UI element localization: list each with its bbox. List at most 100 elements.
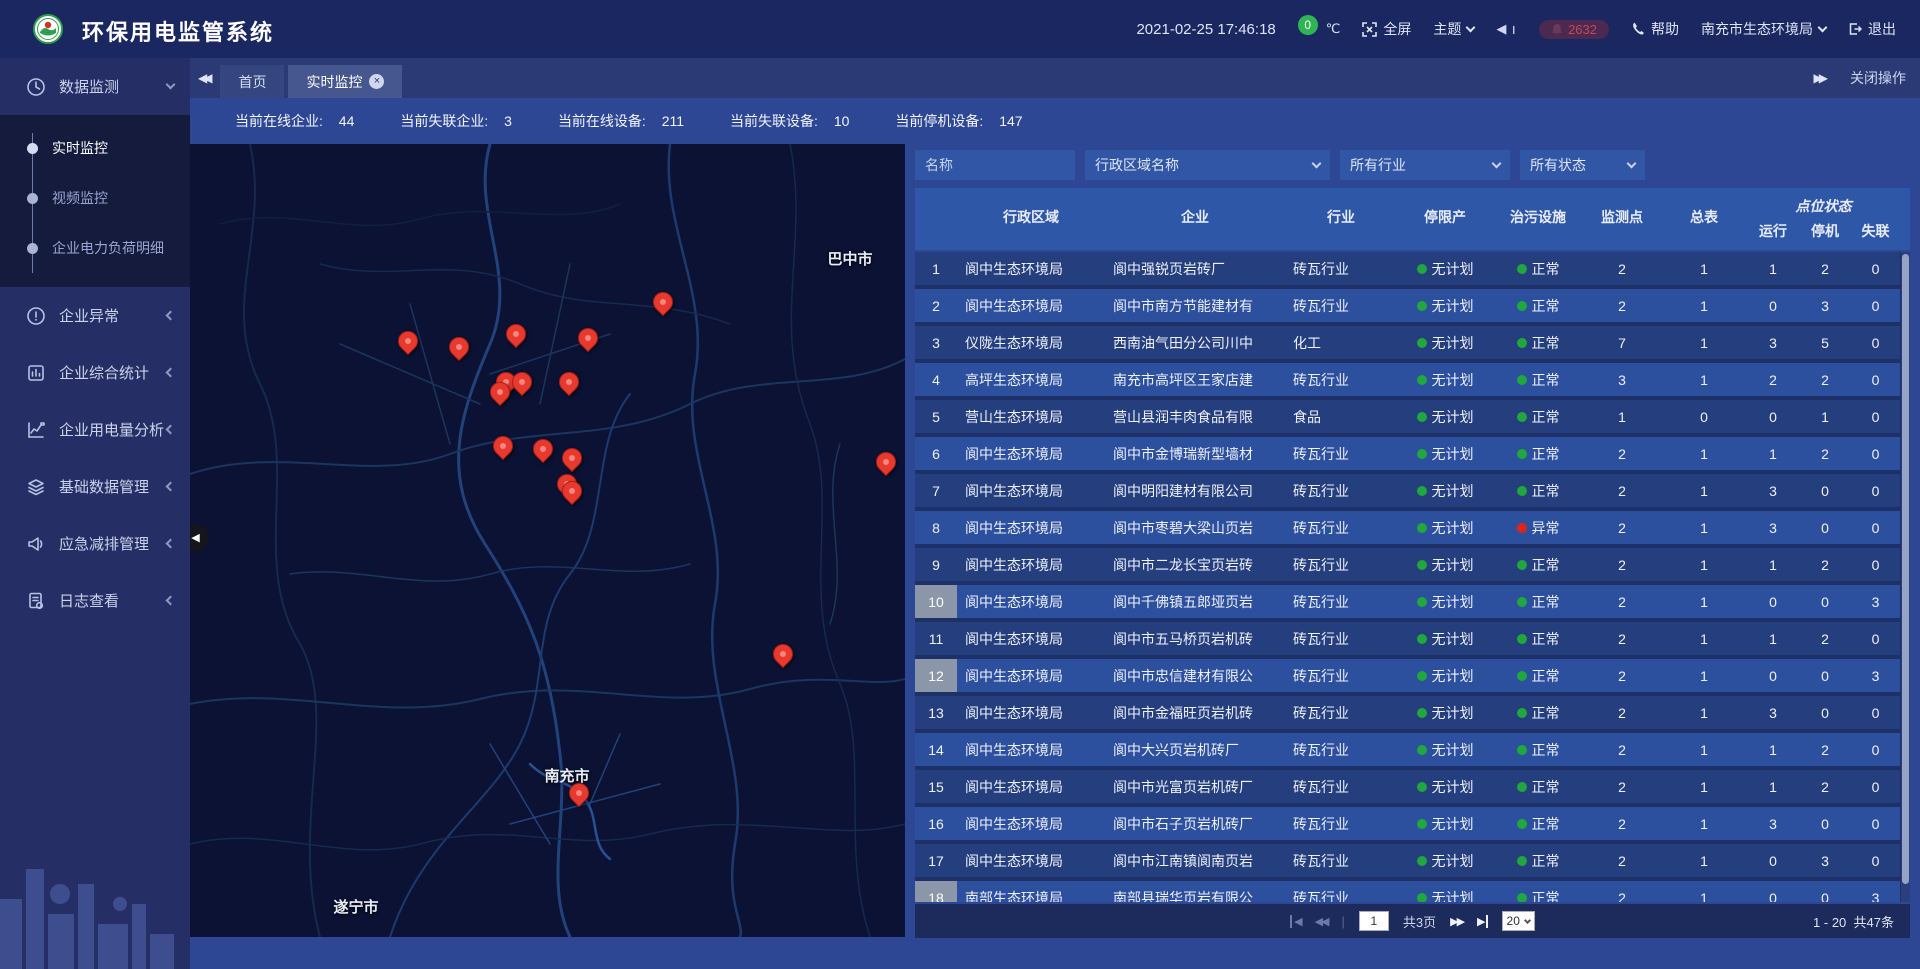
cell-meter: 1: [1661, 659, 1747, 692]
table-row[interactable]: 7 阆中生态环境局 阆中明阳建材有限公司 砖瓦行业 无计划 正常 2 1 3 0…: [915, 474, 1900, 507]
sidebar-item-log[interactable]: 日志查看: [0, 572, 190, 629]
cell-region: 阆中生态环境局: [957, 548, 1105, 581]
sidebar-subitem[interactable]: 视频监控: [0, 173, 190, 223]
cell-run: 1: [1747, 733, 1799, 766]
datetime: 2021-02-25 17:46:18: [1136, 21, 1275, 38]
page-number-input[interactable]: [1359, 911, 1389, 931]
pager-separator: |: [1342, 914, 1345, 929]
tab-realtime-monitor[interactable]: 实时监控 ×: [288, 65, 402, 98]
region-filter-select[interactable]: 行政区域名称: [1085, 150, 1330, 180]
cell-company: 阆中市南方节能建材有: [1105, 289, 1285, 322]
message-count-pill[interactable]: 2632: [1539, 20, 1609, 39]
table-row[interactable]: 16 阆中生态环境局 阆中市石子页岩机砖厂 砖瓦行业 无计划 正常 2 1 3 …: [915, 807, 1900, 840]
table-row[interactable]: 1 阆中生态环境局 阆中强锐页岩砖厂 砖瓦行业 无计划 正常 2 1 1 2 0: [915, 252, 1900, 285]
cell-monitor: 2: [1583, 659, 1661, 692]
sidebar-item-alert[interactable]: 企业异常: [0, 287, 190, 344]
cell-region: 阆中生态环境局: [957, 807, 1105, 840]
alert-icon: [26, 306, 46, 326]
status-dot-icon: [1417, 597, 1427, 607]
cell-region: 阆中生态环境局: [957, 511, 1105, 544]
cell-facility: 正常: [1493, 585, 1583, 618]
cell-meter: 1: [1661, 511, 1747, 544]
sidebar-item-stats[interactable]: 企业综合统计: [0, 344, 190, 401]
sound-button[interactable]: ◀❙: [1496, 21, 1517, 37]
status-dot-icon: [1417, 745, 1427, 755]
table-row[interactable]: 11 阆中生态环境局 阆中市五马桥页岩机砖 砖瓦行业 无计划 正常 2 1 1 …: [915, 622, 1900, 655]
cell-halt: 2: [1799, 363, 1851, 396]
cell-lost: 0: [1851, 252, 1900, 285]
table-row[interactable]: 8 阆中生态环境局 阆中市枣碧大梁山页岩 砖瓦行业 无计划 异常 2 1 3 0…: [915, 511, 1900, 544]
table-row[interactable]: 3 仪陇生态环境局 西南油气田分公司川中 化工 无计划 正常 7 1 3 5 0: [915, 326, 1900, 359]
table-row[interactable]: 17 阆中生态环境局 阆中市江南镇阆南页岩 砖瓦行业 无计划 正常 2 1 0 …: [915, 844, 1900, 877]
cell-company: 阆中市金福旺页岩机砖: [1105, 696, 1285, 729]
table-row[interactable]: 2 阆中生态环境局 阆中市南方节能建材有 砖瓦行业 无计划 正常 2 1 0 3…: [915, 289, 1900, 322]
table-row[interactable]: 18 南部生态环境局 南部县瑞华页岩有限公 砖瓦行业 无计划 正常 2 1 0 …: [915, 881, 1900, 902]
table-row[interactable]: 14 阆中生态环境局 阆中大兴页岩机砖厂 砖瓦行业 无计划 正常 2 1 1 2…: [915, 733, 1900, 766]
status-dot-icon: [1417, 893, 1427, 903]
tabs-scroll-left-icon[interactable]: ◀◀: [198, 71, 208, 85]
col-lost: 失联: [1851, 216, 1900, 246]
page-size-select[interactable]: 20: [1502, 911, 1535, 931]
cell-index: 18: [915, 881, 957, 902]
table-row[interactable]: 6 阆中生态环境局 阆中市金博瑞新型墙材 砖瓦行业 无计划 正常 2 1 1 2…: [915, 437, 1900, 470]
org-dropdown[interactable]: 南充市生态环境局: [1701, 19, 1826, 39]
table-row[interactable]: 10 阆中生态环境局 阆中千佛镇五郎垭页岩 砖瓦行业 无计划 正常 2 1 0 …: [915, 585, 1900, 618]
close-operations-button[interactable]: 关闭操作: [1850, 68, 1906, 88]
industry-filter-select[interactable]: 所有行业: [1340, 150, 1510, 180]
scrollbar-thumb[interactable]: [1902, 254, 1909, 884]
cell-monitor: 2: [1583, 733, 1661, 766]
cell-facility: 正常: [1493, 326, 1583, 359]
status-dot-icon: [1517, 634, 1527, 644]
theme-dropdown[interactable]: 主题: [1433, 19, 1474, 39]
cell-stop: 无计划: [1397, 696, 1493, 729]
logout-button[interactable]: 退出: [1848, 19, 1896, 39]
sidebar-item-chart[interactable]: 企业用电量分析: [0, 401, 190, 458]
status-dot-icon: [1417, 560, 1427, 570]
sidebar-item-layers[interactable]: 基础数据管理: [0, 458, 190, 515]
last-page-button[interactable]: ▶: [1477, 915, 1487, 928]
sidebar-subitem[interactable]: 企业电力负荷明细: [0, 223, 190, 273]
status-dot-icon: [1517, 782, 1527, 792]
bullet-dot-icon: [27, 193, 38, 204]
status-dot-icon: [1417, 782, 1427, 792]
tabs-scroll-right-icon[interactable]: ▶▶: [1814, 71, 1824, 85]
table-row[interactable]: 12 阆中生态环境局 阆中市忠信建材有限公 砖瓦行业 无计划 正常 2 1 0 …: [915, 659, 1900, 692]
tab-close-icon[interactable]: ×: [369, 74, 384, 89]
stat-item: 当前在线设备: 211: [558, 111, 684, 131]
table-row[interactable]: 9 阆中生态环境局 阆中市二龙长宝页岩砖 砖瓦行业 无计划 正常 2 1 1 2…: [915, 548, 1900, 581]
status-filter-select[interactable]: 所有状态: [1520, 150, 1645, 180]
chevron-down-icon: [1492, 159, 1502, 169]
table-row[interactable]: 15 阆中生态环境局 阆中市光富页岩机砖厂 砖瓦行业 无计划 正常 2 1 1 …: [915, 770, 1900, 803]
cell-industry: 砖瓦行业: [1285, 696, 1397, 729]
chevron-left-icon: [166, 596, 176, 606]
table-row[interactable]: 13 阆中生态环境局 阆中市金福旺页岩机砖 砖瓦行业 无计划 正常 2 1 3 …: [915, 696, 1900, 729]
table-row[interactable]: 5 营山生态环境局 营山县润丰肉食品有限 食品 无计划 正常 1 0 0 1 0: [915, 400, 1900, 433]
cell-region: 阆中生态环境局: [957, 696, 1105, 729]
prev-page-button[interactable]: ◀◀: [1315, 915, 1328, 928]
stat-item: 当前失联企业: 3: [400, 111, 512, 131]
cell-run: 0: [1747, 659, 1799, 692]
map-panel[interactable]: 巴中市南充市遂宁市 ◀: [190, 144, 905, 937]
sidebar-subitem[interactable]: 实时监控: [0, 123, 190, 173]
chevron-left-icon: [166, 425, 176, 435]
table-scrollbar[interactable]: [1901, 252, 1910, 902]
cell-run: 0: [1747, 585, 1799, 618]
sidebar-item-data-monitor[interactable]: 数据监测: [0, 58, 190, 115]
cell-index: 16: [915, 807, 957, 840]
table-row[interactable]: 4 高坪生态环境局 南充市高坪区王家店建 砖瓦行业 无计划 正常 3 1 2 2…: [915, 363, 1900, 396]
cell-run: 0: [1747, 844, 1799, 877]
cell-halt: 2: [1799, 437, 1851, 470]
help-button[interactable]: 帮助: [1631, 19, 1679, 39]
tab-home[interactable]: 首页: [220, 65, 284, 98]
sidebar-item-megaphone[interactable]: 应急减排管理: [0, 515, 190, 572]
fullscreen-button[interactable]: 全屏: [1362, 19, 1411, 39]
cell-lost: 0: [1851, 770, 1900, 803]
col-group-point-status: 点位状态: [1747, 188, 1900, 216]
next-page-button[interactable]: ▶▶: [1450, 915, 1463, 928]
cell-company: 阆中市枣碧大梁山页岩: [1105, 511, 1285, 544]
status-dot-icon: [1417, 671, 1427, 681]
first-page-button[interactable]: ◀: [1290, 915, 1300, 928]
stat-item: 当前失联设备: 10: [730, 111, 849, 131]
status-dot-icon: [1517, 264, 1527, 274]
name-filter-input[interactable]: [925, 157, 1065, 173]
